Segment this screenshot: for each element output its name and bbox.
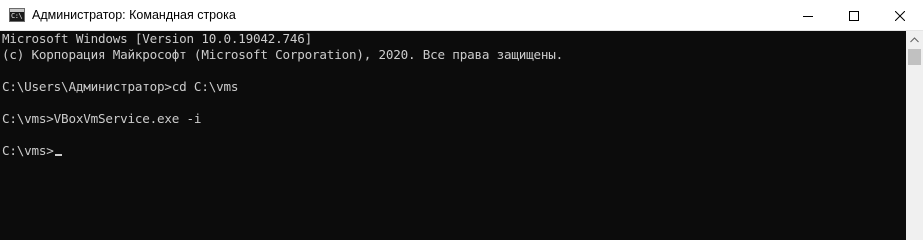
- command-prompt-icon[interactable]: C:\: [9, 8, 25, 22]
- minimize-button[interactable]: [785, 0, 831, 31]
- close-icon: [895, 10, 905, 21]
- console-prompt-line[interactable]: C:\vms>: [2, 143, 62, 159]
- console-line-copyright: (c) Корпорация Майкрософт (Microsoft Cor…: [2, 47, 564, 62]
- console-prompt: C:\vms>: [2, 143, 54, 158]
- console-line-version: Microsoft Windows [Version 10.0.19042.74…: [2, 31, 313, 46]
- title-bar[interactable]: C:\ Администратор: Командная строка: [0, 0, 923, 31]
- minimize-icon: [803, 15, 813, 17]
- scroll-up-button[interactable]: [906, 31, 923, 48]
- window-title: Администратор: Командная строка: [32, 8, 236, 22]
- console-output[interactable]: Microsoft Windows [Version 10.0.19042.74…: [0, 31, 906, 240]
- close-button[interactable]: [877, 0, 923, 31]
- chevron-up-icon: [910, 36, 919, 42]
- icon-glyph: C:\: [11, 12, 23, 20]
- scroll-thumb[interactable]: [908, 49, 921, 65]
- console-line-cd-command: C:\Users\Администратор>cd C:\vms: [2, 79, 239, 94]
- console-line-service-command: C:\vms>VBoxVmService.exe -i: [2, 111, 202, 126]
- vertical-scrollbar[interactable]: [906, 31, 923, 240]
- maximize-button[interactable]: [831, 0, 877, 31]
- maximize-icon: [849, 10, 859, 21]
- cmd-window: C:\ Администратор: Командная строка Micr…: [0, 0, 923, 240]
- text-cursor: [54, 154, 62, 156]
